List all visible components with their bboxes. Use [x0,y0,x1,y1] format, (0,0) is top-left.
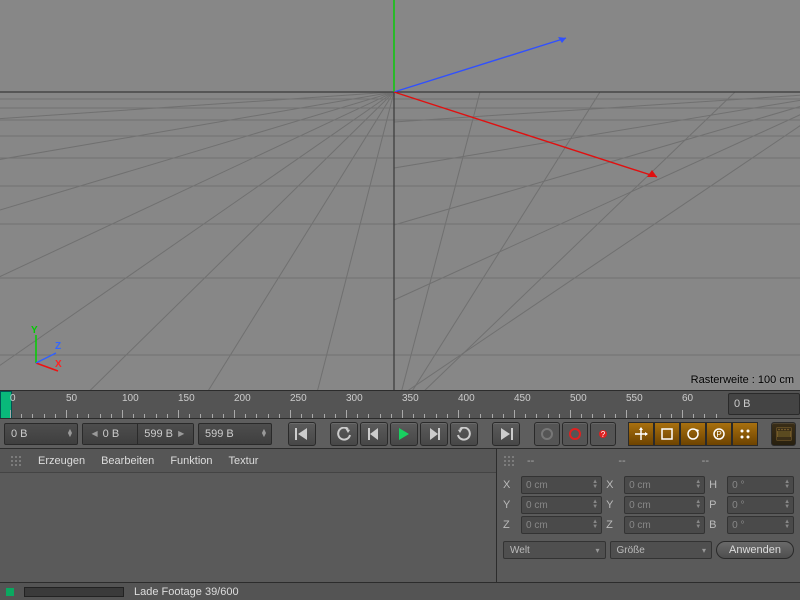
status-bar: Lade Footage 39/600 [0,582,800,600]
material-manager[interactable]: Erzeugen Bearbeiten Funktion Textur [0,449,497,582]
coord-header-size: -- [618,455,625,467]
rot-label: B [709,519,723,531]
gizmo-y-label: Y [31,325,38,336]
timeline-mark: 350 [402,393,419,404]
timeline-mark: 250 [290,393,307,404]
coord-header: -- -- -- [503,451,794,471]
rot-field[interactable]: 0 °▲▼ [727,516,794,534]
step-back-button[interactable] [360,422,388,446]
perspective-grid [0,0,800,390]
size-field[interactable]: 0 cm▲▼ [624,516,705,534]
key-scale-button[interactable] [654,422,680,446]
lower-panels: Erzeugen Bearbeiten Funktion Textur -- -… [0,448,800,582]
timeline-mark: 550 [626,393,643,404]
timeline-mark: 300 [346,393,363,404]
autokey-button[interactable] [562,422,588,446]
timeline-mark: 500 [570,393,587,404]
svg-text:P: P [716,430,721,439]
key-pos-button[interactable] [628,422,654,446]
viewport-3d[interactable]: Y Z X Rasterweite : 100 cm [0,0,800,390]
goto-start-button[interactable] [288,422,316,446]
mat-menu-funktion[interactable]: Funktion [170,455,212,467]
mat-menu-textur[interactable]: Textur [229,455,259,467]
coord-header-pos: -- [527,455,534,467]
status-text: Lade Footage 39/600 [134,586,239,598]
axis-label: Z [503,519,517,531]
status-indicator-icon [6,588,14,596]
step-fwd-button[interactable] [420,422,448,446]
gizmo-x-label: X [55,359,62,370]
rewind-button[interactable] [330,422,358,446]
hud-grid-size: Rasterweite : 100 cm [691,374,794,386]
key-rot-button[interactable] [680,422,706,446]
axis-label: X [503,479,517,491]
keyframe-sel-button[interactable]: ? [590,422,616,446]
coord-row: Z 0 cm▲▼ Z 0 cm▲▼ B 0 °▲▼ [503,515,794,535]
size-field[interactable]: 0 cm▲▼ [624,476,705,494]
coord-header-rot: -- [702,455,709,467]
axis-label: Z [606,519,620,531]
axis-label: Y [606,499,620,511]
timeline-mark: 0 [10,393,16,404]
end-frame-field[interactable]: 599 B▲▼ [198,423,272,445]
coord-row: Y 0 cm▲▼ Y 0 cm▲▼ P 0 °▲▼ [503,495,794,515]
play-button[interactable] [390,422,418,446]
film-strip-button[interactable] [771,422,796,446]
record-key-button[interactable] [534,422,560,446]
key-filter-group: P [628,422,758,446]
rot-field[interactable]: 0 °▲▼ [727,496,794,514]
rot-label: H [709,479,723,491]
coord-size-dropdown[interactable]: Größe [610,541,713,559]
pos-field[interactable]: 0 cm▲▼ [521,516,602,534]
timeline-mark: 450 [514,393,531,404]
key-param-button[interactable]: P [706,422,732,446]
mat-menu-erzeugen[interactable]: Erzeugen [38,455,85,467]
size-field[interactable]: 0 cm▲▼ [624,496,705,514]
mat-menu-bearbeiten[interactable]: Bearbeiten [101,455,154,467]
timeline-mark: 200 [234,393,251,404]
timeline-ruler[interactable]: 0 50 100 150 200 250 300 350 400 450 500 550 60 0 B [0,390,800,418]
pos-field[interactable]: 0 cm▲▼ [521,496,602,514]
material-manager-menu: Erzeugen Bearbeiten Funktion Textur [0,449,496,473]
rot-label: P [709,499,723,511]
current-frame-field[interactable]: 0 B [728,393,800,415]
timeline-mark: 50 [66,393,77,404]
key-pla-button[interactable] [732,422,758,446]
coordinates-manager[interactable]: -- -- -- X 0 cm▲▼ X 0 cm▲▼ H 0 °▲▼ Y 0 cm▲▼ Y 0 c… [497,449,800,582]
axis-label: Y [503,499,517,511]
gizmo-z-label: Z [55,341,61,352]
axis-gizmo[interactable]: Y Z X [18,323,73,378]
timeline-mark: 400 [458,393,475,404]
timeline-ruler-marks[interactable]: 0 50 100 150 200 250 300 350 400 450 500 550 60 [0,391,720,419]
coord-system-dropdown[interactable]: Welt [503,541,606,559]
start-frame-field[interactable]: 0 B▲▼ [4,423,78,445]
pos-field[interactable]: 0 cm▲▼ [521,476,602,494]
progress-bar [24,587,124,597]
svg-text:?: ? [601,430,606,439]
coord-row: X 0 cm▲▼ X 0 cm▲▼ H 0 °▲▼ [503,475,794,495]
transport-toolbar: 0 B▲▼ ◀ 0 B 599 B ▶ 599 B▲▼ ? P [0,418,800,448]
timeline-mark: 100 [122,393,139,404]
goto-end-button[interactable] [492,422,520,446]
panel-handle-icon[interactable] [10,455,22,467]
rot-field[interactable]: 0 °▲▼ [727,476,794,494]
loop-button[interactable] [450,422,478,446]
panel-handle-icon[interactable] [503,455,515,467]
range-slider[interactable]: ◀ 0 B 599 B ▶ [82,423,194,445]
timeline-mark: 150 [178,393,195,404]
apply-button[interactable]: Anwenden [716,541,794,559]
timeline-mark: 60 [682,393,693,404]
axis-label: X [606,479,620,491]
